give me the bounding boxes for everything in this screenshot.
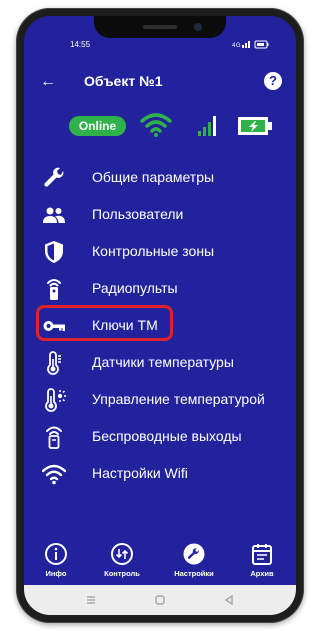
battery-charging-icon — [238, 117, 272, 135]
back-triangle-icon[interactable] — [222, 593, 236, 607]
signal-strength-icon — [198, 116, 216, 136]
menu-item-label: Контрольные зоны — [92, 243, 215, 259]
wifi-status-icon — [140, 113, 172, 137]
nav-tab-info[interactable]: Инфо — [26, 542, 86, 586]
control-icon — [111, 543, 133, 565]
online-badge: Online — [69, 116, 126, 136]
menu-item-general-settings[interactable]: Общие параметры — [24, 163, 296, 193]
menu-item-users[interactable]: Пользователи — [24, 200, 296, 230]
phone-frame: 14:55 4G ← Объект №1 ? Online Общие пара… — [16, 8, 304, 623]
connection-status: Online — [24, 112, 296, 142]
menu-item-label: Датчики температуры — [92, 354, 234, 370]
wrench-icon — [44, 167, 64, 187]
key-icon — [43, 321, 65, 331]
wifi-icon — [42, 464, 66, 485]
thermostat-icon — [45, 388, 66, 412]
app-screen: 14:55 4G ← Объект №1 ? Online Общие пара… — [24, 16, 296, 615]
nav-label: Архив — [250, 569, 274, 578]
menu-item-label: Настройки Wifi — [92, 465, 188, 481]
svg-text:4G: 4G — [232, 43, 241, 49]
bottom-navigation: Инфо Контроль Настройки Архив — [24, 542, 296, 588]
speaker-grille — [143, 25, 177, 29]
remote-icon — [47, 279, 61, 300]
menu-item-control-zones[interactable]: Контрольные зоны — [24, 237, 296, 267]
status-time: 14:55 — [70, 40, 91, 49]
menu-item-radio-remotes[interactable]: Радиопульты — [24, 274, 296, 304]
nav-tab-control[interactable]: Контроль — [92, 542, 152, 586]
back-arrow-icon[interactable]: ← — [38, 72, 58, 92]
menu-item-label: Пользователи — [92, 206, 184, 222]
menu-item-label: Беспроводные выходы — [92, 428, 242, 444]
menu-item-wifi-settings[interactable]: Настройки Wifi — [24, 459, 296, 489]
status-icons-icon: 4G — [232, 40, 269, 49]
menu-item-tm-keys[interactable]: Ключи ТМ — [24, 311, 296, 341]
front-camera — [194, 23, 202, 31]
menu-item-label: Общие параметры — [92, 169, 215, 185]
thermometer-icon — [47, 351, 61, 375]
wireless-output-icon — [46, 426, 62, 449]
menu-item-wireless-outputs[interactable]: Беспроводные выходы — [24, 422, 296, 452]
nav-label: Инфо — [45, 569, 67, 578]
menu-item-temperature-sensors[interactable]: Датчики температуры — [24, 348, 296, 378]
home-icon[interactable] — [153, 593, 167, 607]
nav-tab-archive[interactable]: Архив — [232, 542, 292, 586]
nav-label: Настройки — [174, 569, 214, 578]
menu-item-label: Управление температурой — [92, 391, 265, 407]
camera-notch — [94, 16, 226, 38]
menu-item-temperature-control[interactable]: Управление температурой — [24, 385, 296, 415]
nav-tab-settings[interactable]: Настройки — [164, 542, 224, 588]
info-icon — [45, 543, 67, 565]
calendar-icon — [252, 544, 272, 565]
app-header: ← Объект №1 ? — [24, 68, 296, 96]
menu-item-label: Радиопульты — [92, 280, 178, 296]
recents-icon[interactable] — [84, 593, 98, 607]
help-icon[interactable]: ? — [264, 72, 282, 90]
menu-item-label: Ключи ТМ — [92, 317, 158, 333]
users-icon — [43, 207, 65, 223]
settings-icon — [183, 543, 205, 565]
system-navigation-bar — [24, 585, 296, 615]
status-indicators: 4G — [232, 40, 270, 51]
nav-label: Контроль — [104, 569, 140, 578]
page-title: Объект №1 — [84, 73, 163, 89]
shield-icon — [45, 241, 63, 263]
